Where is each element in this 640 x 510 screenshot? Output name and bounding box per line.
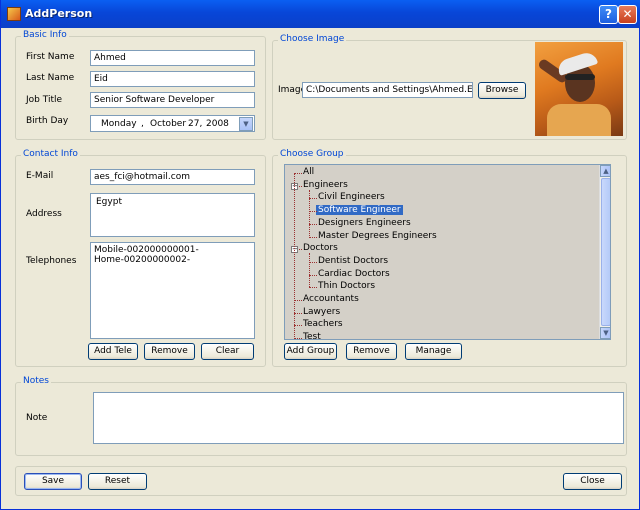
email-input[interactable]: aes_fci@hotmail.com [90,169,255,185]
add-person-window: AddPerson ? ✕ Basic Info First Name Ahme… [0,0,640,510]
first-name-label: First Name [26,52,75,62]
birth-month: October [150,119,187,129]
contact-info-legend: Contact Info [21,149,80,159]
tree-connector [309,274,317,276]
remove-group-button[interactable]: Remove [346,343,397,360]
add-group-button[interactable]: Add Group [284,343,337,360]
tree-connector [309,189,310,237]
close-window-button[interactable]: ✕ [618,5,637,24]
tree-scrollbar[interactable]: ▲ ▼ [599,165,610,339]
tree-connector [309,211,317,213]
telephones-list[interactable]: Mobile-002000000001- Home-00200000002- [90,242,255,339]
notes-legend: Notes [21,376,51,386]
last-name-label: Last Name [26,73,75,83]
clear-tele-button[interactable]: Clear [201,343,254,360]
job-title-input[interactable]: Senior Software Developer [90,92,255,108]
choose-image-legend: Choose Image [278,34,347,44]
tree-node[interactable]: Cardiac Doctors [318,269,390,279]
group-tree-view: All Engineers − Civil Engineers Software Eng… [285,165,599,339]
add-tele-button[interactable]: Add Tele [88,343,138,360]
reset-button[interactable]: Reset [88,473,147,490]
tree-connector [309,253,310,288]
email-label: E-Mail [26,171,54,181]
job-title-label: Job Title [26,95,63,105]
help-button[interactable]: ? [599,5,618,24]
birth-weekday: Monday [101,119,137,129]
chevron-down-icon[interactable]: ▼ [239,117,253,131]
first-name-input[interactable]: Ahmed [90,50,255,66]
scroll-down-icon[interactable]: ▼ [600,327,610,339]
tree-connector [294,325,302,327]
tree-node[interactable]: Master Degrees Engineers [318,231,437,241]
manage-group-button[interactable]: Manage [405,343,462,360]
tree-connector [309,261,317,263]
last-name-input[interactable]: Eid [90,71,255,87]
tree-node[interactable]: Designers Engineers [318,218,411,228]
tree-node[interactable]: Doctors [303,243,338,253]
tree-node[interactable]: Civil Engineers [318,192,385,202]
tree-connector [294,312,302,314]
tree-node[interactable]: All [303,167,314,177]
birth-separator: , [141,119,144,129]
list-item[interactable]: Mobile-002000000001- [94,245,251,255]
tree-connector [309,223,317,225]
group-tree[interactable]: All Engineers − Civil Engineers Software Eng… [284,164,611,340]
browse-button[interactable]: Browse [478,82,526,99]
scroll-up-icon[interactable]: ▲ [600,165,610,177]
basic-info-legend: Basic Info [21,30,69,40]
tree-connector [309,198,317,200]
title-bar[interactable]: AddPerson ? ✕ [1,0,640,28]
save-button[interactable]: Save [24,473,82,490]
birth-day-number: 27, [188,119,203,129]
tree-connector [309,287,317,289]
list-item[interactable]: Home-00200000002- [94,255,251,265]
note-input[interactable] [93,392,624,444]
birth-day-label: Birth Day [26,116,69,126]
telephones-label: Telephones [26,256,77,266]
window-title: AddPerson [25,7,93,20]
note-label: Note [26,413,48,423]
tree-node[interactable]: Software Engineer [316,205,403,216]
tree-connector [309,236,317,238]
tree-node[interactable]: Thin Doctors [318,281,375,291]
person-photo [535,42,623,136]
choose-group-legend: Choose Group [278,149,346,159]
tree-connector [294,300,302,301]
tree-node[interactable]: Dentist Doctors [318,256,388,266]
tree-connector [294,173,302,174]
app-icon [7,7,21,21]
address-label: Address [26,209,62,219]
tree-node[interactable]: Lawyers [303,307,340,317]
tree-node[interactable]: Engineers [303,180,348,190]
remove-tele-button[interactable]: Remove [144,343,195,360]
tree-connector [294,338,302,339]
close-button[interactable]: Close [563,473,622,490]
tree-node[interactable]: Teachers [303,319,343,329]
image-path-input[interactable]: C:\Documents and Settings\Ahmed.Eid.ALF [302,82,473,98]
scroll-thumb[interactable] [601,178,610,326]
tree-node[interactable]: Test [303,332,321,339]
tree-connector [294,173,295,339]
birth-year: 2008 [206,119,229,129]
tree-node[interactable]: Accountants [303,294,359,304]
address-input[interactable]: Egypt [90,193,255,237]
birth-day-picker[interactable]: Monday , October 27, 2008 ▼ [90,115,255,132]
